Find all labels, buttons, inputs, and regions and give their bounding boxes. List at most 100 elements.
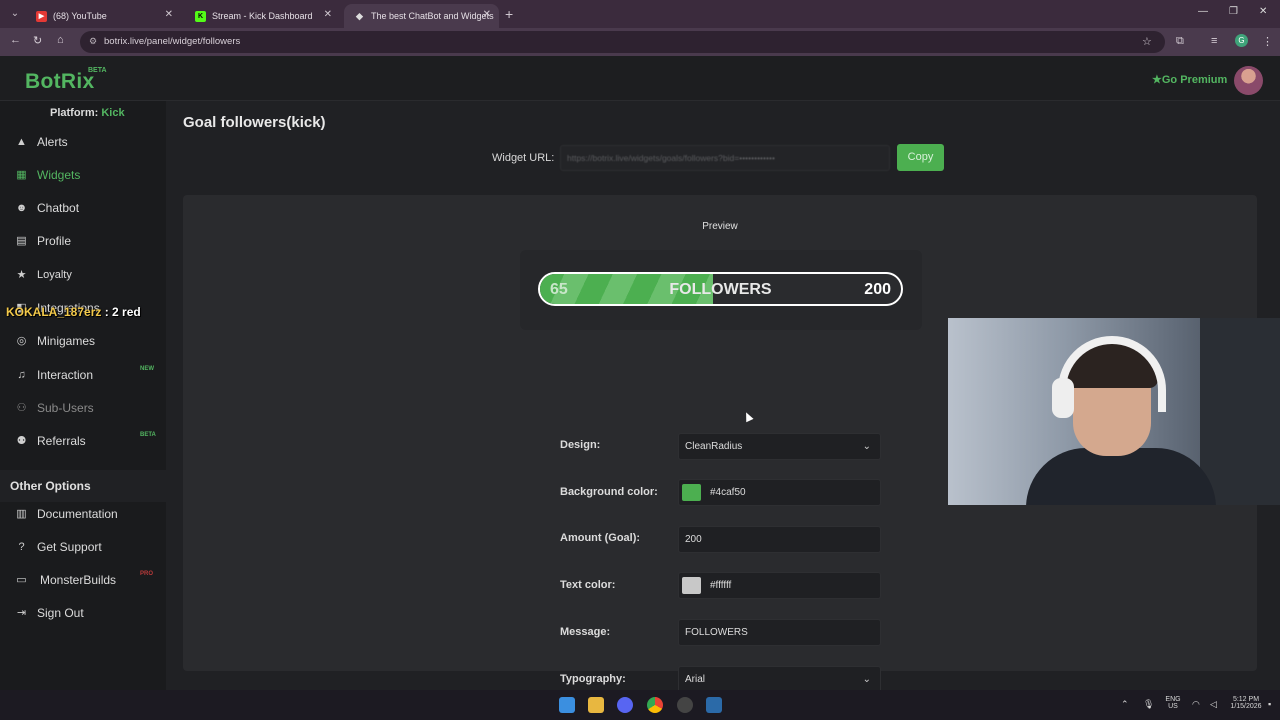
design-label: Design:	[560, 439, 601, 451]
app-icon[interactable]	[706, 697, 722, 713]
star-icon: ★	[16, 268, 27, 281]
bookmark-star-icon[interactable]: ☆	[1142, 35, 1152, 48]
chat-message: : 2 red	[104, 305, 141, 319]
app-header: BotRix BETA ★Go Premium	[0, 56, 1280, 101]
design-select[interactable]: CleanRadius ⌄	[678, 433, 881, 460]
tab-search-icon[interactable]: ⌄	[8, 7, 22, 21]
robot-icon: ☻	[15, 201, 28, 214]
platform-value: Kick	[101, 107, 125, 119]
webcam-overlay	[948, 318, 1280, 505]
headphones-icon	[1058, 336, 1166, 412]
sidebar-item-minigames[interactable]: ◎ Minigames	[0, 326, 166, 356]
sidebar-item-sign-out[interactable]: ⇥ Sign Out	[0, 598, 166, 628]
sidebar-item-alerts[interactable]: ▲ Alerts	[0, 127, 166, 157]
notifications-icon[interactable]: ▪	[1268, 699, 1271, 709]
browser-tab-bar: ⌄ ▶ (68) YouTube ✕ K Stream - Kick Dashb…	[0, 0, 1280, 28]
tray-overflow-icon[interactable]: ⌃	[1121, 699, 1129, 710]
tab-botrix[interactable]: ◆ The best ChatBot and Widgets ✕	[344, 4, 499, 28]
amount-goal-input[interactable]: 200	[678, 526, 881, 553]
text-color-input[interactable]: #ffffff	[678, 572, 881, 599]
youtube-icon: ▶	[36, 10, 47, 22]
url-field[interactable]: ⚙ botrix.live/panel/widget/followers	[80, 31, 1165, 53]
sidebar-item-referrals[interactable]: ⚉ Referrals BETA	[0, 426, 166, 456]
users-icon: ⚇	[16, 401, 27, 414]
sidebar-item-loyalty[interactable]: ★ Loyalty	[0, 260, 166, 290]
typography-select[interactable]: Arial ⌄	[678, 666, 881, 693]
go-premium-link[interactable]: ★Go Premium	[1152, 73, 1227, 86]
home-icon[interactable]: ⌂	[57, 34, 64, 46]
other-options-heading: Other Options	[0, 470, 166, 502]
typography-value: Arial	[685, 674, 706, 685]
logo[interactable]: BotRix	[25, 70, 94, 94]
message-label: Message:	[560, 626, 611, 638]
restore-icon[interactable]: ❐	[1229, 6, 1238, 17]
volume-icon[interactable]: ◁	[1210, 699, 1217, 710]
menu-icon[interactable]: ⋮	[1262, 35, 1273, 48]
text-color-swatch[interactable]	[682, 577, 701, 594]
webcam-person-body	[1026, 448, 1216, 505]
start-icon[interactable]	[559, 697, 575, 713]
sidebar-item-sub-users[interactable]: ⚇ Sub-Users	[0, 393, 166, 423]
close-icon[interactable]: ✕	[483, 9, 491, 20]
goal-current: 65	[550, 281, 568, 298]
signout-icon: ⇥	[16, 606, 27, 619]
sidebar-item-profile[interactable]: ▤ Profile	[0, 226, 166, 256]
design-value: CleanRadius	[685, 441, 743, 452]
botrix-favicon-icon: ◆	[356, 10, 363, 21]
sidebar-item-label: Interaction	[37, 368, 94, 382]
sidebar-item-interaction[interactable]: ♫ Interaction NEW	[0, 360, 166, 390]
stream-chat-overlay: KOKALA_187erz : 2 red	[6, 305, 141, 319]
reading-list-icon[interactable]: ≡	[1211, 35, 1217, 47]
sidebar-item-get-support[interactable]: ? Get Support	[0, 532, 166, 562]
background-color-swatch[interactable]	[682, 484, 701, 501]
minimize-icon[interactable]: —	[1198, 6, 1208, 17]
sidebar-item-monsterbuilds[interactable]: ▭ MonsterBuilds PRO	[0, 565, 166, 595]
browser-profile-avatar[interactable]: G	[1235, 34, 1248, 47]
music-icon: ♫	[17, 368, 26, 381]
user-avatar[interactable]	[1234, 66, 1263, 95]
sidebar-item-label: Alerts	[37, 135, 68, 149]
windows-taskbar: ⌃ 🎙 ENG US ◠ ◁ 5:12 PM 1/15/2026 ▪	[0, 690, 1280, 720]
tab-kick-dashboard[interactable]: K Stream - Kick Dashboard ✕	[185, 4, 340, 28]
sidebar-item-documentation[interactable]: ▥ Documentation	[0, 499, 166, 529]
file-explorer-icon[interactable]	[588, 697, 604, 713]
wifi-icon[interactable]: ◠	[1192, 699, 1200, 710]
widget-url-field[interactable]: https://botrix.live/widgets/goals/follow…	[560, 145, 890, 171]
tab-youtube[interactable]: ▶ (68) YouTube ✕	[26, 4, 181, 28]
discord-icon[interactable]	[617, 697, 633, 713]
close-icon[interactable]: ✕	[165, 9, 173, 20]
reload-icon[interactable]: ↻	[33, 34, 42, 47]
chevron-down-icon: ⌄	[862, 441, 871, 452]
site-info-icon[interactable]: ⚙	[89, 36, 97, 47]
amount-goal-value: 200	[685, 534, 702, 545]
url-text: botrix.live/panel/widget/followers	[104, 36, 241, 47]
text-color-value: #ffffff	[710, 580, 732, 591]
background-color-input[interactable]: #4caf50	[678, 479, 881, 506]
copy-button[interactable]: Copy	[897, 144, 944, 171]
goal-target: 200	[864, 281, 891, 298]
go-premium-label: Go Premium	[1161, 74, 1228, 86]
grid-icon: ▦	[16, 168, 27, 181]
webcam-background	[1200, 318, 1280, 505]
chevron-down-icon: ⌄	[862, 674, 871, 685]
back-icon[interactable]: ←	[10, 34, 21, 46]
microphone-icon[interactable]: 🎙	[1143, 699, 1154, 710]
tab-title: (68) YouTube	[53, 11, 107, 21]
language-code: ENG	[1165, 696, 1181, 703]
new-tab-icon[interactable]: +	[505, 6, 513, 22]
chrome-icon[interactable]	[647, 697, 663, 713]
tab-title: The best ChatBot and Widgets	[371, 11, 494, 21]
obs-icon[interactable]	[677, 697, 693, 713]
close-icon[interactable]: ✕	[324, 9, 332, 20]
sidebar-item-chatbot[interactable]: ☻ Chatbot	[0, 193, 166, 223]
message-input[interactable]: FOLLOWERS	[678, 619, 881, 646]
sidebar-item-label: Sign Out	[37, 606, 84, 620]
sidebar-item-label: Loyalty	[37, 269, 72, 281]
question-icon: ?	[18, 540, 25, 553]
language-indicator[interactable]: ENG US	[1162, 696, 1184, 710]
extensions-icon[interactable]: ⧉	[1176, 35, 1184, 48]
preview-label: Preview	[702, 221, 738, 232]
sidebar-item-widgets[interactable]: ▦ Widgets	[0, 160, 166, 190]
window-close-icon[interactable]: ✕	[1259, 6, 1267, 17]
clock[interactable]: 5:12 PM 1/15/2026	[1226, 696, 1266, 710]
